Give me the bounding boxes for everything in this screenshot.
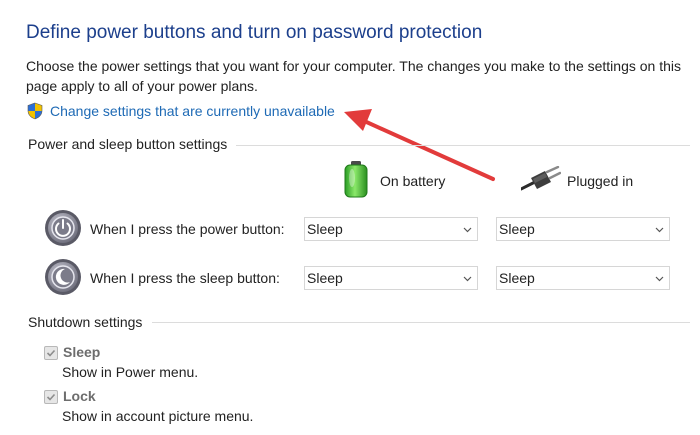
- chevron-down-icon: [463, 227, 472, 233]
- power-sleep-section-header: Power and sleep button settings: [28, 136, 228, 152]
- power-button-icon: [45, 210, 81, 246]
- power-button-on-battery-select[interactable]: Sleep: [304, 217, 478, 241]
- page-title: Define power buttons and turn on passwor…: [26, 22, 483, 43]
- select-value: Sleep: [499, 221, 535, 237]
- chevron-down-icon: [655, 227, 664, 233]
- uac-shield-icon: [27, 102, 43, 120]
- sleep-checkbox[interactable]: [44, 346, 58, 360]
- sleep-option-title: Sleep: [63, 344, 101, 360]
- select-value: Sleep: [499, 270, 535, 286]
- change-settings-link-label: Change settings that are currently unava…: [50, 103, 335, 119]
- power-button-plugged-in-select[interactable]: Sleep: [496, 217, 670, 241]
- column-header-plugged-in: Plugged in: [567, 173, 634, 189]
- lock-checkbox[interactable]: [44, 390, 58, 404]
- sleep-button-on-battery-select[interactable]: Sleep: [304, 266, 478, 290]
- chevron-down-icon: [463, 276, 472, 282]
- checkmark-icon: [46, 393, 56, 401]
- sleep-button-icon: [45, 259, 81, 295]
- section-divider: [236, 145, 690, 146]
- sleep-option-description: Show in Power menu.: [62, 364, 199, 380]
- sleep-button-label: When I press the sleep button:: [90, 270, 280, 286]
- lock-option-description: Show in account picture menu.: [62, 408, 254, 424]
- power-plug-icon: [521, 166, 561, 191]
- select-value: Sleep: [307, 270, 343, 286]
- shutdown-section-header: Shutdown settings: [28, 314, 143, 330]
- column-header-on-battery: On battery: [380, 173, 446, 189]
- sleep-button-plugged-in-select[interactable]: Sleep: [496, 266, 670, 290]
- lock-option-title: Lock: [63, 388, 96, 404]
- intro-text: Choose the power settings that you want …: [26, 58, 682, 94]
- chevron-down-icon: [655, 276, 664, 282]
- checkmark-icon: [46, 349, 56, 357]
- change-settings-link[interactable]: Change settings that are currently unava…: [26, 101, 335, 121]
- power-button-label: When I press the power button:: [90, 221, 285, 237]
- select-value: Sleep: [307, 221, 343, 237]
- battery-icon: [344, 161, 368, 198]
- section-divider: [152, 322, 690, 323]
